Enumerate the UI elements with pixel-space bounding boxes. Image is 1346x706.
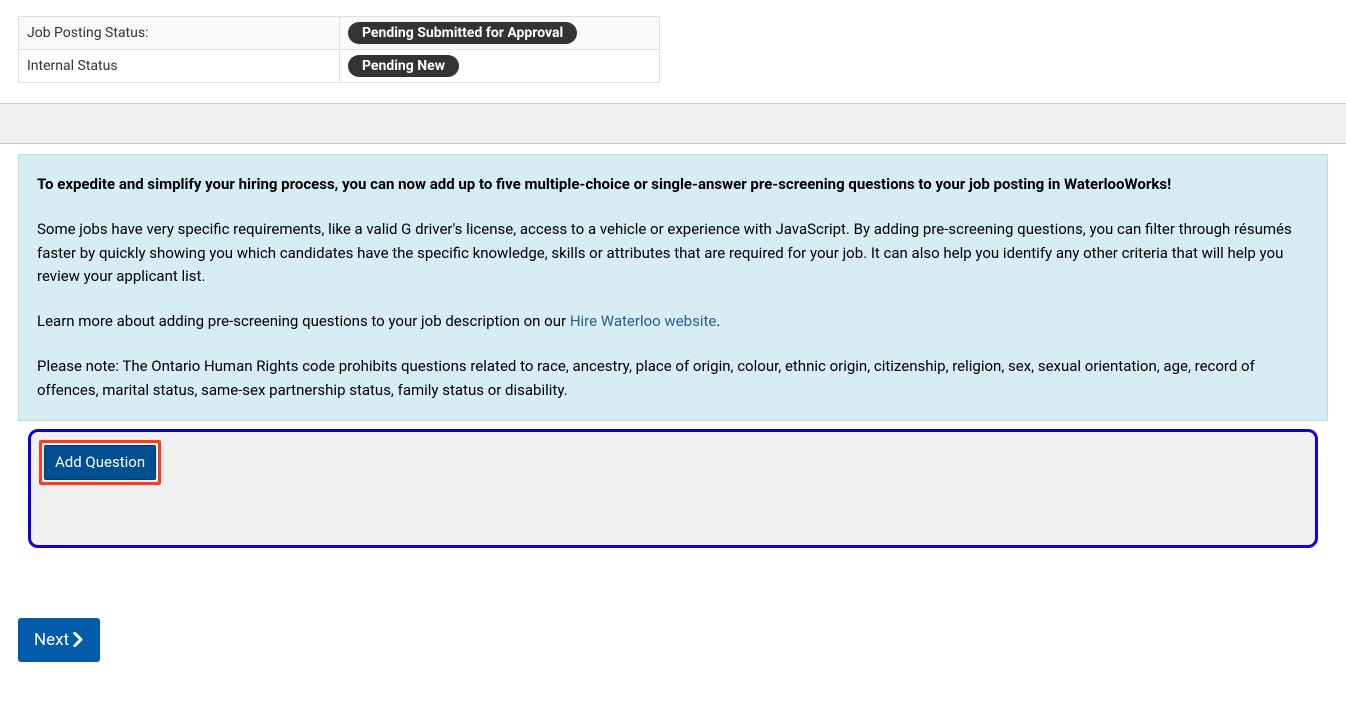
add-question-highlight: Add Question	[39, 440, 161, 485]
info-text: .	[716, 312, 720, 330]
status-badge: Pending Submitted for Approval	[348, 22, 577, 44]
info-paragraph: Please note: The Ontario Human Rights co…	[37, 355, 1309, 402]
table-row: Internal Status Pending New	[19, 50, 660, 83]
info-paragraph: Some jobs have very specific requirement…	[37, 218, 1309, 288]
hire-waterloo-link[interactable]: Hire Waterloo website	[570, 312, 717, 330]
status-table: Job Posting Status: Pending Submitted fo…	[18, 16, 660, 83]
status-value: Pending Submitted for Approval	[340, 17, 660, 50]
info-paragraph: Learn more about adding pre-screening qu…	[37, 310, 1309, 333]
chevron-right-icon	[73, 632, 84, 647]
question-zone: Add Question	[28, 429, 1318, 548]
next-button-label: Next	[34, 630, 69, 650]
footer-actions: Next	[18, 548, 1328, 682]
info-text: Learn more about adding pre-screening qu…	[37, 312, 570, 330]
status-label: Job Posting Status:	[19, 17, 340, 50]
status-label: Internal Status	[19, 50, 340, 83]
table-row: Job Posting Status: Pending Submitted fo…	[19, 17, 660, 50]
info-callout: To expedite and simplify your hiring pro…	[18, 154, 1328, 421]
questions-section: To expedite and simplify your hiring pro…	[0, 143, 1346, 682]
status-badge: Pending New	[348, 55, 459, 77]
info-heading: To expedite and simplify your hiring pro…	[37, 173, 1309, 196]
add-question-button[interactable]: Add Question	[44, 445, 156, 480]
next-button[interactable]: Next	[18, 618, 100, 662]
status-section: Job Posting Status: Pending Submitted fo…	[0, 0, 1346, 103]
status-value: Pending New	[340, 50, 660, 83]
section-divider	[0, 103, 1346, 143]
